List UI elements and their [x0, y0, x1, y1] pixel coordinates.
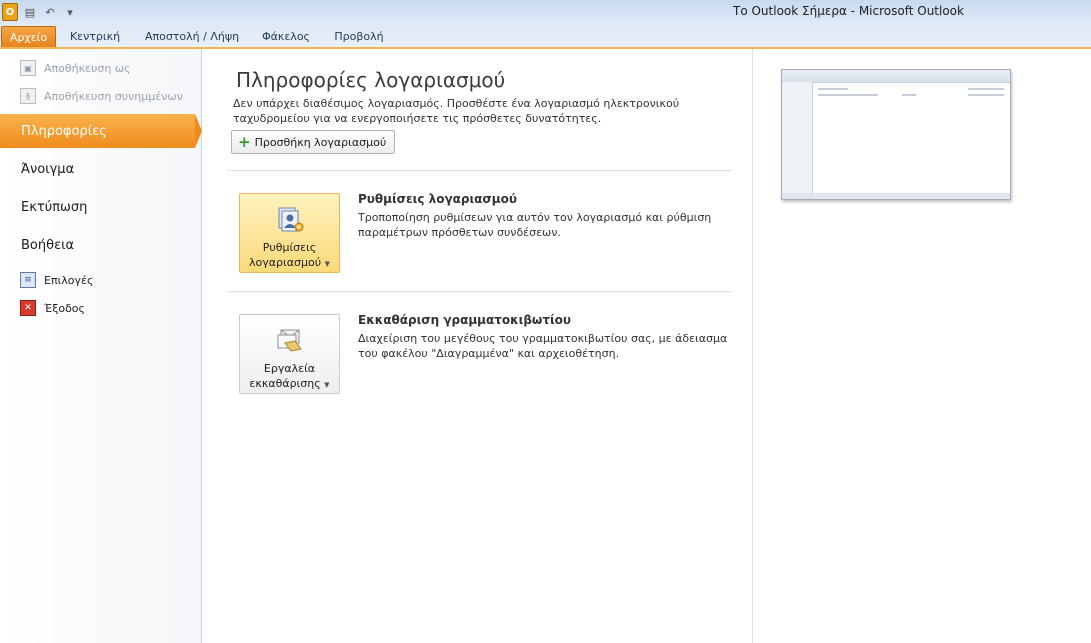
sidebar-item-options-label: Επιλογές — [44, 273, 94, 287]
exit-icon: ✕ — [20, 300, 36, 316]
backstage-sidebar: ▣ Αποθήκευση ως § Αποθήκευση συνημμένων … — [0, 49, 202, 643]
customize-qat-icon[interactable]: ▾ — [62, 4, 78, 20]
save-icon[interactable]: ▤ — [22, 4, 38, 20]
account-settings-button[interactable]: Ρυθμίσεις λογαριασμού ▼ — [239, 193, 340, 273]
title-bar: O ▤ ↶ ▾ Το Outlook Σήμερα - Microsoft Ou… — [0, 0, 1091, 24]
quick-access-toolbar: O ▤ ↶ ▾ — [0, 0, 78, 24]
save-as-icon: ▣ — [20, 60, 36, 76]
cleanup-tools-line1: Εργαλεία — [263, 362, 316, 375]
save-attachments-button[interactable]: § Αποθήκευση συνημμένων — [20, 87, 183, 105]
sidebar-item-open-label: Άνοιγμα — [21, 161, 75, 177]
save-attachments-label: Αποθήκευση συνημμένων — [44, 89, 183, 103]
no-account-description: Δεν υπάρχει διαθέσιμος λογαριασμός. Προσ… — [233, 97, 680, 125]
sidebar-item-open[interactable]: Άνοιγμα — [0, 152, 201, 186]
outlook-icon[interactable]: O — [2, 3, 18, 21]
plus-icon: + — [238, 133, 251, 151]
sidebar-item-print-label: Εκτύπωση — [21, 199, 88, 215]
selection-arrow — [195, 114, 202, 148]
sidebar-item-help[interactable]: Βοήθεια — [0, 228, 201, 262]
sidebar-item-exit[interactable]: ✕ Έξοδος — [20, 299, 85, 317]
cleanup-tools-line2: εκκαθάρισης — [249, 377, 321, 390]
tab-home[interactable]: Κεντρική — [62, 26, 128, 47]
sidebar-item-help-label: Βοήθεια — [21, 237, 75, 253]
account-settings-line2: λογαριασμού — [249, 256, 322, 269]
save-as-button[interactable]: ▣ Αποθήκευση ως — [20, 59, 130, 77]
sidebar-item-info[interactable]: Πληροφορίες — [0, 114, 202, 148]
preview-line — [818, 94, 878, 96]
sidebar-item-info-label: Πληροφορίες — [21, 123, 107, 139]
tab-send-receive[interactable]: Αποστολή / Λήψη — [138, 26, 246, 47]
cleanup-tools-button-label: Εργαλεία εκκαθάρισης ▼ — [249, 361, 329, 393]
sidebar-item-print[interactable]: Εκτύπωση — [0, 190, 201, 224]
add-account-label: Προσθήκη λογαριασμού — [254, 135, 387, 149]
preview-line — [902, 94, 916, 96]
outlook-preview-thumbnail — [781, 69, 1011, 200]
account-settings-icon — [275, 204, 305, 234]
preview-line — [968, 88, 1004, 90]
cleanup-tools-button[interactable]: Εργαλεία εκκαθάρισης ▼ — [239, 314, 340, 394]
panel-divider — [752, 49, 753, 643]
page-title: Πληροφορίες λογαριασμού — [236, 68, 506, 92]
tab-file[interactable]: Αρχείο — [1, 26, 56, 48]
add-account-button[interactable]: + Προσθήκη λογαριασμού — [231, 130, 396, 154]
section-divider — [228, 291, 731, 292]
tab-view[interactable]: Προβολή — [326, 26, 392, 47]
preview-line — [818, 88, 848, 90]
preview-line — [968, 94, 1004, 96]
account-settings-line1: Ρυθμίσεις — [262, 241, 317, 254]
mailbox-cleanup-title: Εκκαθάριση γραμματοκιβωτίου — [358, 313, 572, 327]
dropdown-caret-icon: ▼ — [324, 381, 330, 389]
undo-icon[interactable]: ↶ — [42, 4, 58, 20]
window-title: Το Outlook Σήμερα - Microsoft Outlook — [733, 4, 964, 18]
options-icon: ≡ — [20, 272, 36, 288]
preview-status-bar — [782, 193, 1010, 199]
account-settings-description: Τροποποίηση ρυθμίσεων για αυτόν τον λογα… — [358, 211, 712, 239]
sidebar-item-options[interactable]: ≡ Επιλογές — [20, 271, 93, 289]
dropdown-caret-icon: ▼ — [324, 260, 330, 268]
account-settings-button-label: Ρυθμίσεις λογαριασμού ▼ — [249, 240, 330, 272]
account-settings-title: Ρυθμίσεις λογαριασμού — [358, 192, 517, 206]
save-as-label: Αποθήκευση ως — [44, 61, 131, 75]
account-info-panel: Πληροφορίες λογαριασμού Δεν υπάρχει διαθ… — [202, 49, 752, 643]
section-divider — [228, 170, 731, 171]
mailbox-cleanup-description: Διαχείριση του μεγέθους του γραμματοκιβω… — [358, 332, 728, 360]
paperclip-icon: § — [20, 88, 36, 104]
ribbon-tabs: Αρχείο Κεντρική Αποστολή / Λήψη Φάκελος … — [0, 24, 1091, 48]
sidebar-item-exit-label: Έξοδος — [44, 301, 85, 315]
preview-navigation-pane — [782, 82, 813, 199]
mailbox-cleanup-icon — [275, 325, 305, 355]
tab-folder[interactable]: Φάκελος — [256, 26, 316, 47]
preview-ribbon — [782, 70, 1010, 83]
